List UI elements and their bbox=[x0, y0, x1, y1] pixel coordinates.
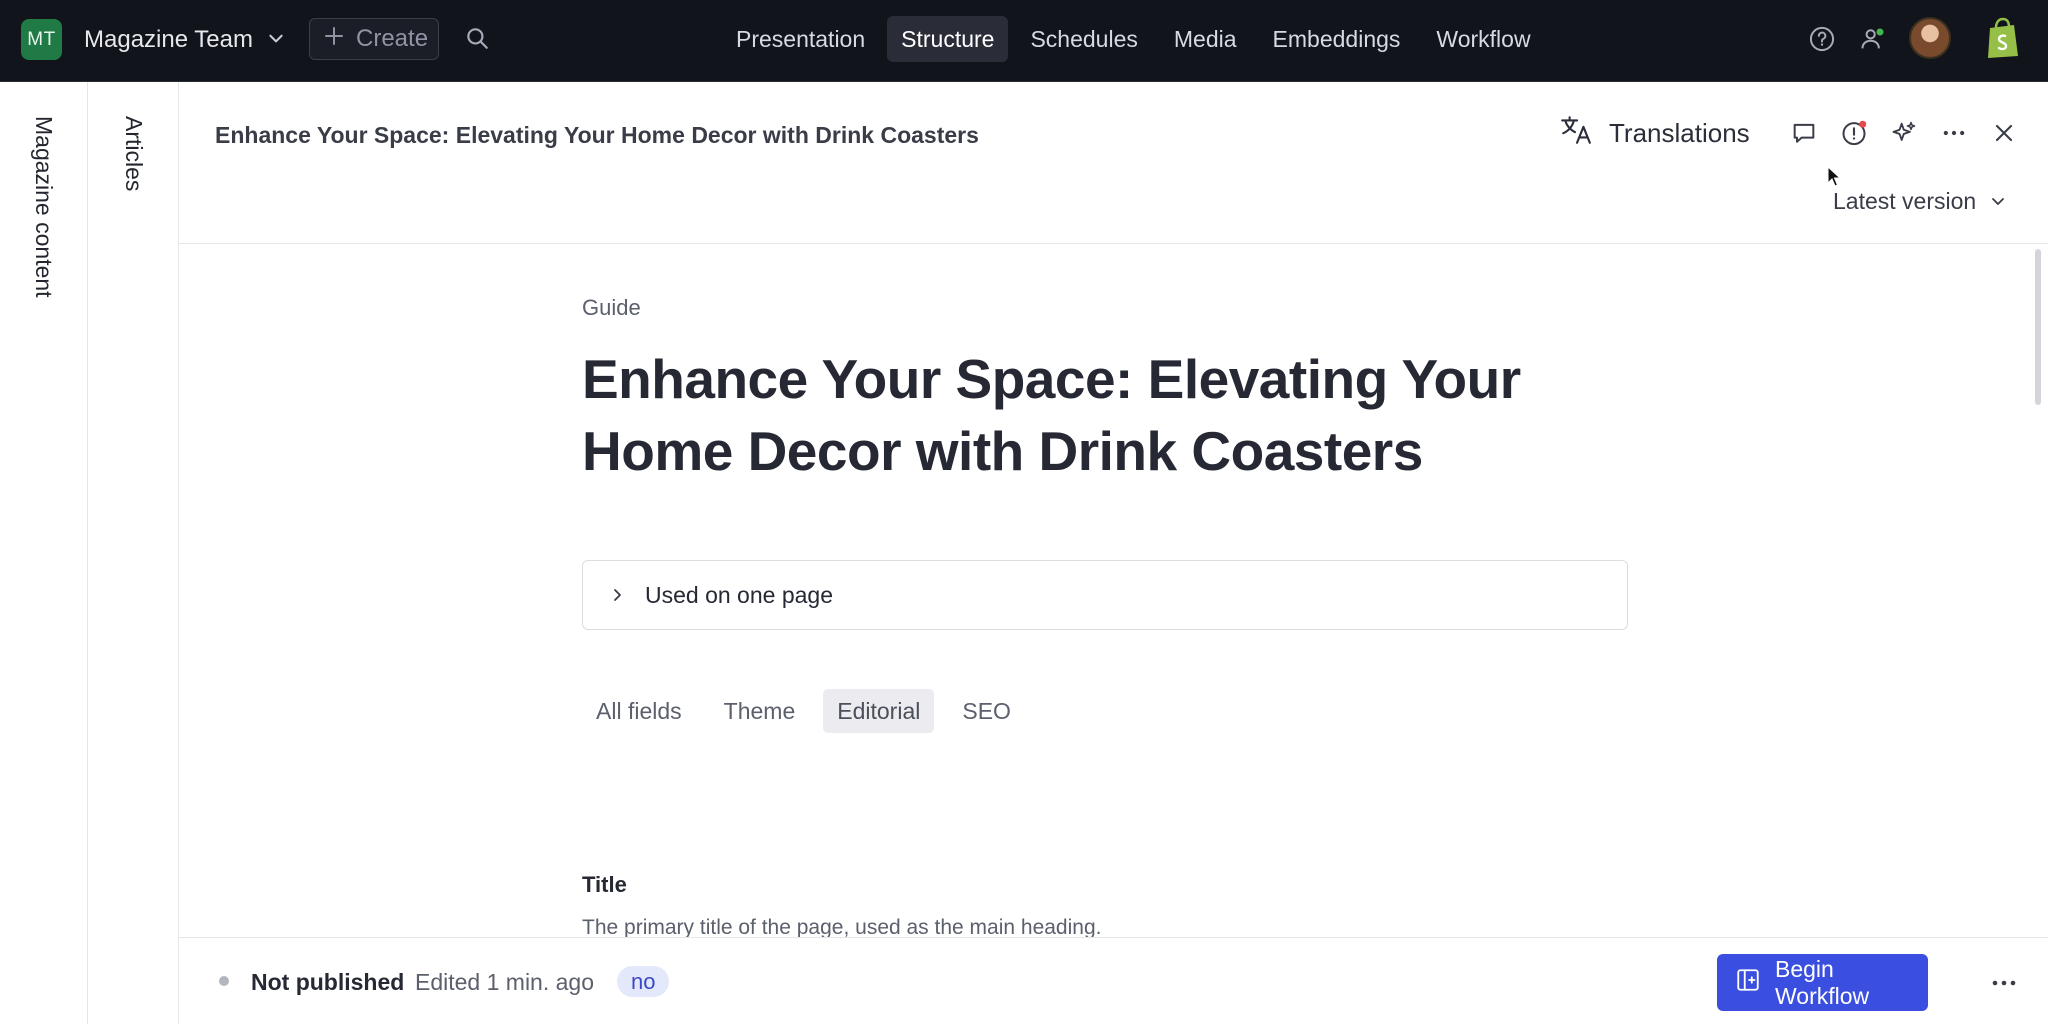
create-label: Create bbox=[356, 25, 429, 52]
alert-icon[interactable] bbox=[1837, 116, 1871, 150]
workspace-name: Magazine Team bbox=[84, 26, 253, 53]
field-title-description: The primary title of the page, used as t… bbox=[582, 916, 1102, 937]
main-nav: Presentation Structure Schedules Media E… bbox=[722, 16, 1545, 62]
rail-magazine-content[interactable]: Magazine content bbox=[30, 116, 57, 298]
content-rail[interactable]: Magazine content bbox=[0, 82, 88, 1024]
field-title-label: Title bbox=[582, 872, 627, 897]
workspace-switcher[interactable]: Magazine Team bbox=[84, 24, 285, 56]
help-icon[interactable] bbox=[1803, 20, 1841, 58]
publish-status: Not published bbox=[251, 969, 405, 995]
nav-media[interactable]: Media bbox=[1160, 16, 1251, 62]
document-header-title: Enhance Your Space: Elevating Your Home … bbox=[215, 122, 979, 148]
shopify-icon[interactable] bbox=[1984, 16, 2022, 60]
scrollbar[interactable] bbox=[2035, 249, 2041, 405]
create-button[interactable]: Create bbox=[309, 18, 439, 60]
chevron-down-icon bbox=[1990, 188, 2006, 215]
document-header: Enhance Your Space: Elevating Your Home … bbox=[179, 82, 2048, 244]
more-icon[interactable] bbox=[1986, 968, 2022, 998]
tab-seo[interactable]: SEO bbox=[948, 689, 1025, 733]
rail-articles[interactable]: Articles bbox=[120, 116, 147, 191]
begin-workflow-button[interactable]: Begin Workflow bbox=[1717, 954, 1928, 1011]
users-icon[interactable] bbox=[1854, 20, 1892, 58]
translations-button[interactable]: Translations bbox=[1559, 114, 1750, 152]
chevron-down-icon bbox=[267, 26, 285, 54]
status-dot bbox=[219, 976, 229, 986]
comment-icon[interactable] bbox=[1787, 116, 1821, 150]
field-group-tabs: All fields Theme Editorial SEO bbox=[582, 689, 1025, 733]
workflow-icon bbox=[1735, 967, 1761, 999]
search-icon bbox=[464, 25, 490, 56]
top-bar: MT Magazine Team Create Presentation Str… bbox=[0, 0, 2048, 82]
document-title: Enhance Your Space: Elevating Your Home … bbox=[582, 348, 1521, 482]
more-icon[interactable] bbox=[1937, 116, 1971, 150]
plus-icon bbox=[322, 24, 346, 55]
tab-editorial[interactable]: Editorial bbox=[823, 689, 935, 733]
language-badge[interactable]: no bbox=[617, 966, 670, 997]
version-label: Latest version bbox=[1833, 188, 1977, 214]
mouse-cursor-icon bbox=[1827, 166, 1841, 187]
tab-theme[interactable]: Theme bbox=[710, 689, 810, 733]
edited-time: Edited 1 min. ago bbox=[415, 969, 595, 995]
nav-schedules[interactable]: Schedules bbox=[1016, 16, 1151, 62]
used-on-pages-toggle[interactable]: Used on one page bbox=[582, 560, 1628, 630]
sparkle-icon[interactable] bbox=[1887, 116, 1921, 150]
document-footer: Not published Edited 1 min. ago no Begin… bbox=[179, 937, 2048, 1024]
search-button[interactable] bbox=[459, 22, 495, 58]
document-editor: Guide Enhance Your Space: Elevating Your… bbox=[179, 245, 2035, 937]
tab-all-fields[interactable]: All fields bbox=[582, 689, 696, 733]
document-type: Guide bbox=[582, 295, 641, 320]
begin-workflow-label: Begin Workflow bbox=[1775, 955, 1870, 1009]
used-on-label: Used on one page bbox=[645, 581, 833, 608]
avatar[interactable] bbox=[1909, 17, 1951, 59]
close-icon[interactable] bbox=[1987, 116, 2021, 150]
nav-structure[interactable]: Structure bbox=[887, 16, 1009, 62]
nav-embeddings[interactable]: Embeddings bbox=[1259, 16, 1415, 62]
translations-label: Translations bbox=[1609, 117, 1750, 148]
translate-icon bbox=[1559, 113, 1593, 154]
chevron-right-icon bbox=[609, 582, 625, 609]
version-select[interactable]: Latest version bbox=[1833, 188, 2006, 215]
nav-presentation[interactable]: Presentation bbox=[722, 16, 879, 62]
nav-workflow[interactable]: Workflow bbox=[1422, 16, 1544, 62]
articles-rail[interactable]: Articles bbox=[88, 82, 179, 1024]
workspace-badge[interactable]: MT bbox=[21, 19, 62, 60]
